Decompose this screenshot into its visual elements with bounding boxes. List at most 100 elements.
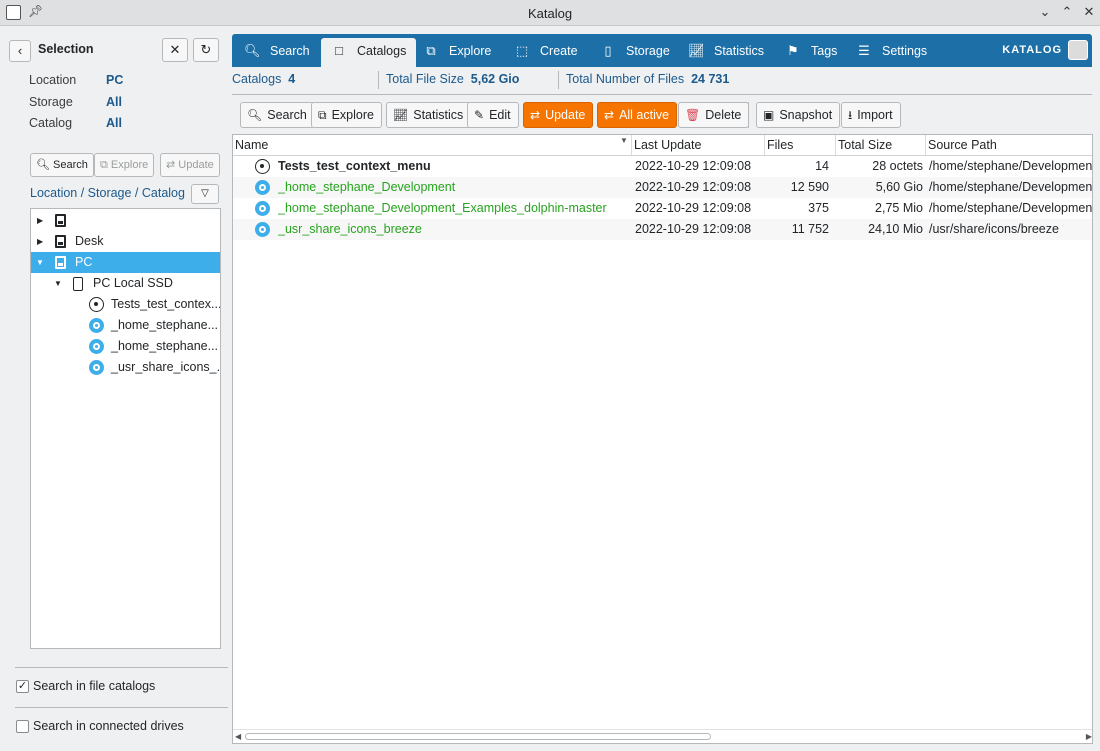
tree-item-desk[interactable]: ▶ Desk — [31, 231, 220, 252]
table-row[interactable]: _home_stephane_Development 2022-10-29 12… — [233, 177, 1092, 198]
back-button[interactable]: ‹ — [9, 40, 31, 62]
drive-icon — [55, 256, 66, 269]
tree-item-catalog[interactable]: _home_stephane... — [31, 315, 220, 336]
snapshot-button[interactable]: ▣ Snapshot — [756, 102, 841, 128]
tree-item-pc-local-ssd[interactable]: ▼ PC Local SSD — [31, 273, 220, 294]
catalog-active-icon — [89, 339, 104, 354]
storage-field: Storage All — [29, 95, 122, 109]
tree-item-catalog[interactable]: _usr_share_icons_... — [31, 357, 220, 378]
tab-label: Tags — [811, 44, 838, 58]
search-file-catalogs-checkbox[interactable]: ✓ — [16, 680, 29, 693]
tree-item-label: _home_stephane... — [111, 339, 219, 353]
statistics-icon: 📈︎ — [688, 43, 705, 58]
all-active-button[interactable]: ⇄ All active — [597, 102, 678, 128]
total-file-size: Total File Size 5,62 Gio — [386, 72, 519, 86]
tree-item-catalog[interactable]: Tests_test_contex... — [31, 294, 220, 315]
column-header-files[interactable]: Files — [765, 135, 836, 155]
edit-button[interactable]: ✎ Edit — [467, 102, 519, 128]
statistics-icon: 📈︎ — [393, 108, 409, 122]
tab-label: Create — [540, 44, 578, 58]
catalog-field: Catalog All — [29, 116, 122, 130]
cell-name: Tests_test_context_menu — [278, 159, 431, 173]
catalog-inactive-icon — [255, 159, 270, 174]
cell-source-path: /home/stephane/Developmen — [929, 201, 1093, 215]
search-icon: 🔍︎ — [247, 108, 263, 122]
button-label: Snapshot — [779, 108, 833, 122]
expand-icon[interactable]: ▶ — [37, 210, 43, 231]
table-row[interactable]: _home_stephane_Development_Examples_dolp… — [233, 198, 1093, 219]
explore-button[interactable]: ⧉ Explore — [311, 102, 382, 128]
brand-text: KATALOG — [1002, 44, 1062, 56]
tab-search[interactable]: 🔍︎ Search — [234, 38, 320, 67]
tree-item-label: Desk — [75, 234, 104, 248]
stat-label: Catalogs — [232, 72, 282, 86]
cell-total-size: 24,10 Mio — [868, 222, 923, 236]
scroll-right-icon[interactable]: ▶ — [1086, 730, 1092, 743]
tab-tags[interactable]: ⚑ Tags — [775, 38, 847, 67]
tab-catalogs[interactable]: □ Catalogs — [321, 38, 417, 67]
table-row[interactable]: _usr_share_icons_breeze 2022-10-29 12:09… — [233, 219, 1092, 240]
tab-create[interactable]: ⬚ Create — [504, 38, 588, 67]
catalogs-table[interactable]: Name ▼ Last Update Files Total Size Sour… — [232, 134, 1093, 744]
close-icon[interactable]: ✕ — [1080, 3, 1098, 21]
storage-icon: ▯ — [604, 43, 612, 58]
import-button[interactable]: ⭳ Import — [841, 102, 901, 128]
explore-icon: ⧉ — [100, 159, 108, 171]
tab-explore[interactable]: ⧉ Explore — [413, 38, 501, 67]
tab-statistics[interactable]: 📈︎ Statistics — [678, 38, 774, 67]
left-search-button[interactable]: 🔍︎ Search — [30, 153, 94, 177]
tab-label: Search — [270, 44, 310, 58]
collapse-icon[interactable]: ▼ — [36, 252, 44, 273]
column-header-last-update[interactable]: Last Update — [632, 135, 765, 155]
tab-storage[interactable]: ▯ Storage — [590, 38, 680, 67]
tab-settings[interactable]: ☰ Settings — [846, 38, 937, 67]
update-button[interactable]: ⇄ Update — [523, 102, 594, 128]
sort-desc-icon: ▼ — [620, 136, 628, 145]
explore-icon: ⧉ — [318, 108, 327, 122]
catalogs-count: Catalogs 4 — [232, 72, 295, 86]
button-label: Explore — [331, 108, 374, 122]
update-icon: ⇄ — [530, 108, 541, 122]
delete-button[interactable]: 🗑︎ Delete — [678, 102, 750, 128]
expand-icon[interactable]: ▶ — [37, 231, 43, 252]
scrollbar-thumb[interactable] — [245, 733, 711, 740]
collapse-icon[interactable]: ▼ — [54, 273, 62, 294]
location-tree[interactable]: ▶ ▶ Desk ▼ PC ▼ PC Local SSD Tests_test_… — [30, 208, 221, 649]
search-button[interactable]: 🔍︎ Search — [240, 102, 315, 128]
tab-label: Settings — [882, 44, 928, 58]
tree-options-dropdown[interactable]: ▽ — [191, 184, 219, 204]
tab-label: Explore — [449, 44, 492, 58]
column-header-total-size[interactable]: Total Size — [836, 135, 926, 155]
statistics-button[interactable]: 📈︎ Statistics — [386, 102, 472, 128]
window-title: Katalog — [527, 6, 573, 21]
tree-item-catalog[interactable]: _home_stephane... — [31, 336, 220, 357]
main-nav: 🔍︎ Search □ Catalogs ⧉ Explore ⬚ Create ▯ Sto… — [232, 34, 1092, 67]
column-header-source-path[interactable]: Source Path — [926, 135, 1092, 155]
column-header-name[interactable]: Name — [233, 135, 632, 155]
create-icon: ⬚ — [515, 43, 529, 58]
left-search-label: Search — [53, 159, 88, 171]
storage-value: All — [106, 95, 122, 109]
cell-total-size: 5,60 Gio — [875, 180, 923, 194]
clear-selection-button[interactable]: ✕ — [162, 38, 188, 62]
table-row[interactable]: Tests_test_context_menu 2022-10-29 12:09… — [233, 156, 1092, 177]
tree-item-label: _home_stephane... — [111, 318, 219, 332]
left-update-button[interactable]: ⇄ Update — [160, 153, 220, 177]
search-connected-drives-checkbox[interactable] — [16, 720, 29, 733]
horizontal-scrollbar[interactable]: ◀ ▶ — [233, 729, 1092, 743]
button-label: Update — [545, 108, 586, 122]
tree-item-pc[interactable]: ▼ PC — [31, 252, 220, 273]
location-key: Location — [29, 73, 77, 87]
storage-key: Storage — [29, 95, 73, 109]
catalog-active-icon — [89, 360, 104, 375]
button-label: Edit — [489, 108, 511, 122]
maximize-icon[interactable]: ⌃ — [1058, 3, 1076, 21]
cell-files: 11 752 — [791, 222, 829, 236]
chevron-down-icon: ▽ — [201, 188, 209, 199]
cell-total-size: 28 octets — [872, 159, 923, 173]
tree-item-unnamed[interactable]: ▶ — [31, 210, 220, 231]
refresh-button[interactable]: ↻ — [193, 38, 219, 62]
scroll-left-icon[interactable]: ◀ — [235, 730, 241, 743]
minimize-icon[interactable]: ⌄ — [1036, 3, 1054, 21]
left-explore-button[interactable]: ⧉ Explore — [94, 153, 155, 177]
